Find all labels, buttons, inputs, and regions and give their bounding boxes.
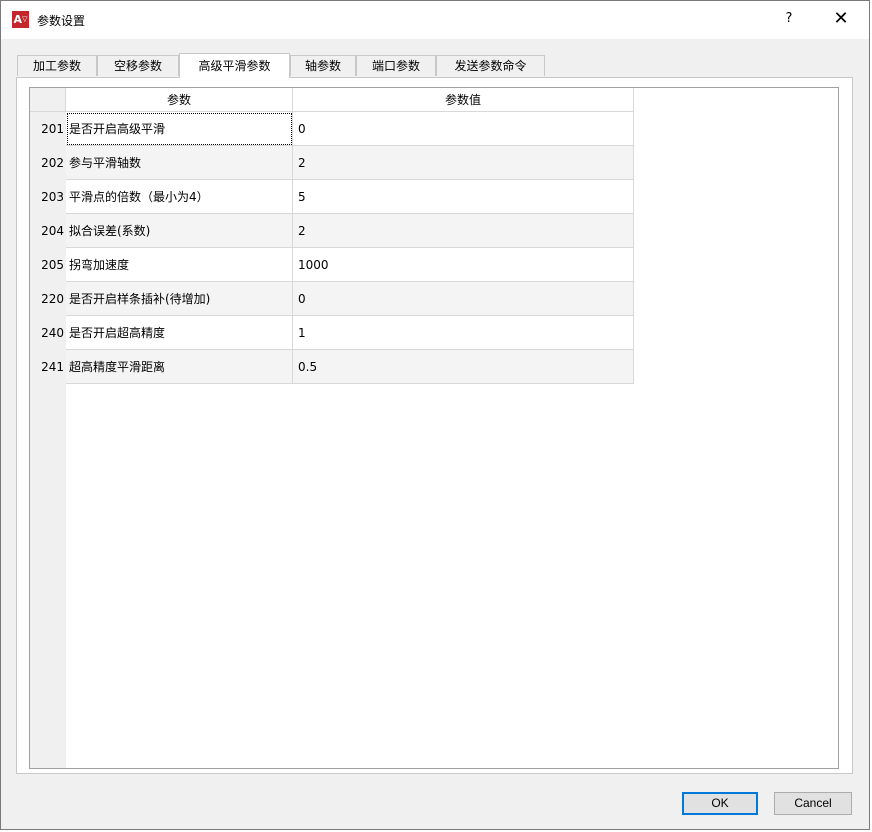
- cancel-button[interactable]: Cancel: [774, 792, 852, 815]
- table-row[interactable]: 220 是否开启样条插补(待增加) 0: [30, 282, 634, 316]
- param-name-cell[interactable]: 是否开启样条插补(待增加): [66, 282, 293, 316]
- tab-advanced-smoothing[interactable]: 高级平滑参数: [179, 53, 290, 78]
- param-name-cell[interactable]: 是否开启高级平滑: [66, 112, 293, 146]
- help-button[interactable]: ?: [777, 7, 801, 31]
- param-name-cell[interactable]: 拐弯加速度: [66, 248, 293, 282]
- table-row[interactable]: 202 参与平滑轴数 2: [30, 146, 634, 180]
- param-name-cell[interactable]: 平滑点的倍数（最小为4）: [66, 180, 293, 214]
- column-header-name[interactable]: 参数: [66, 88, 293, 112]
- param-value-cell[interactable]: 1000: [293, 248, 634, 282]
- table-row[interactable]: 241 超高精度平滑距离 0.5: [30, 350, 634, 384]
- param-value-cell[interactable]: 5: [293, 180, 634, 214]
- tab-rapid-params[interactable]: 空移参数: [97, 55, 179, 76]
- param-value-cell[interactable]: 0: [293, 282, 634, 316]
- row-number: 241: [30, 350, 66, 384]
- tab-send-param-command[interactable]: 发送参数命令: [436, 55, 545, 76]
- row-number: 201: [30, 112, 66, 146]
- param-value-cell[interactable]: 0: [293, 112, 634, 146]
- row-number: 202: [30, 146, 66, 180]
- app-logo-icon: A▽: [12, 11, 29, 28]
- table-row[interactable]: 240 是否开启超高精度 1: [30, 316, 634, 350]
- param-name-cell[interactable]: 超高精度平滑距离: [66, 350, 293, 384]
- param-value-cell[interactable]: 0.5: [293, 350, 634, 384]
- table-corner[interactable]: [30, 88, 66, 112]
- ok-button[interactable]: OK: [682, 792, 758, 815]
- tab-machining-params[interactable]: 加工参数: [17, 55, 97, 76]
- param-value-cell[interactable]: 2: [293, 214, 634, 248]
- param-name-cell[interactable]: 参与平滑轴数: [66, 146, 293, 180]
- row-number: 240: [30, 316, 66, 350]
- row-number: 205: [30, 248, 66, 282]
- column-header-value[interactable]: 参数值: [293, 88, 634, 112]
- tab-port-params[interactable]: 端口参数: [356, 55, 436, 76]
- param-name-cell[interactable]: 拟合误差(系数): [66, 214, 293, 248]
- table-row[interactable]: 204 拟合误差(系数) 2: [30, 214, 634, 248]
- title-bar: A▽ 参数设置 ? ✕: [1, 1, 869, 39]
- param-name-cell[interactable]: 是否开启超高精度: [66, 316, 293, 350]
- settings-dialog: A▽ 参数设置 ? ✕ 加工参数 空移参数 高级平滑参数 轴参数 端口参数 发送…: [0, 0, 870, 830]
- row-number: 204: [30, 214, 66, 248]
- window-title: 参数设置: [37, 14, 86, 28]
- close-button[interactable]: ✕: [829, 7, 853, 31]
- row-number: 220: [30, 282, 66, 316]
- tab-axis-params[interactable]: 轴参数: [290, 55, 356, 76]
- parameter-table[interactable]: 参数 参数值 201 是否开启高级平滑 0 202 参与平滑轴数 2 203 平…: [29, 87, 839, 769]
- row-number: 203: [30, 180, 66, 214]
- table-row[interactable]: 201 是否开启高级平滑 0: [30, 112, 634, 146]
- param-value-cell[interactable]: 2: [293, 146, 634, 180]
- table-row[interactable]: 205 拐弯加速度 1000: [30, 248, 634, 282]
- table-row[interactable]: 203 平滑点的倍数（最小为4） 5: [30, 180, 634, 214]
- param-value-cell[interactable]: 1: [293, 316, 634, 350]
